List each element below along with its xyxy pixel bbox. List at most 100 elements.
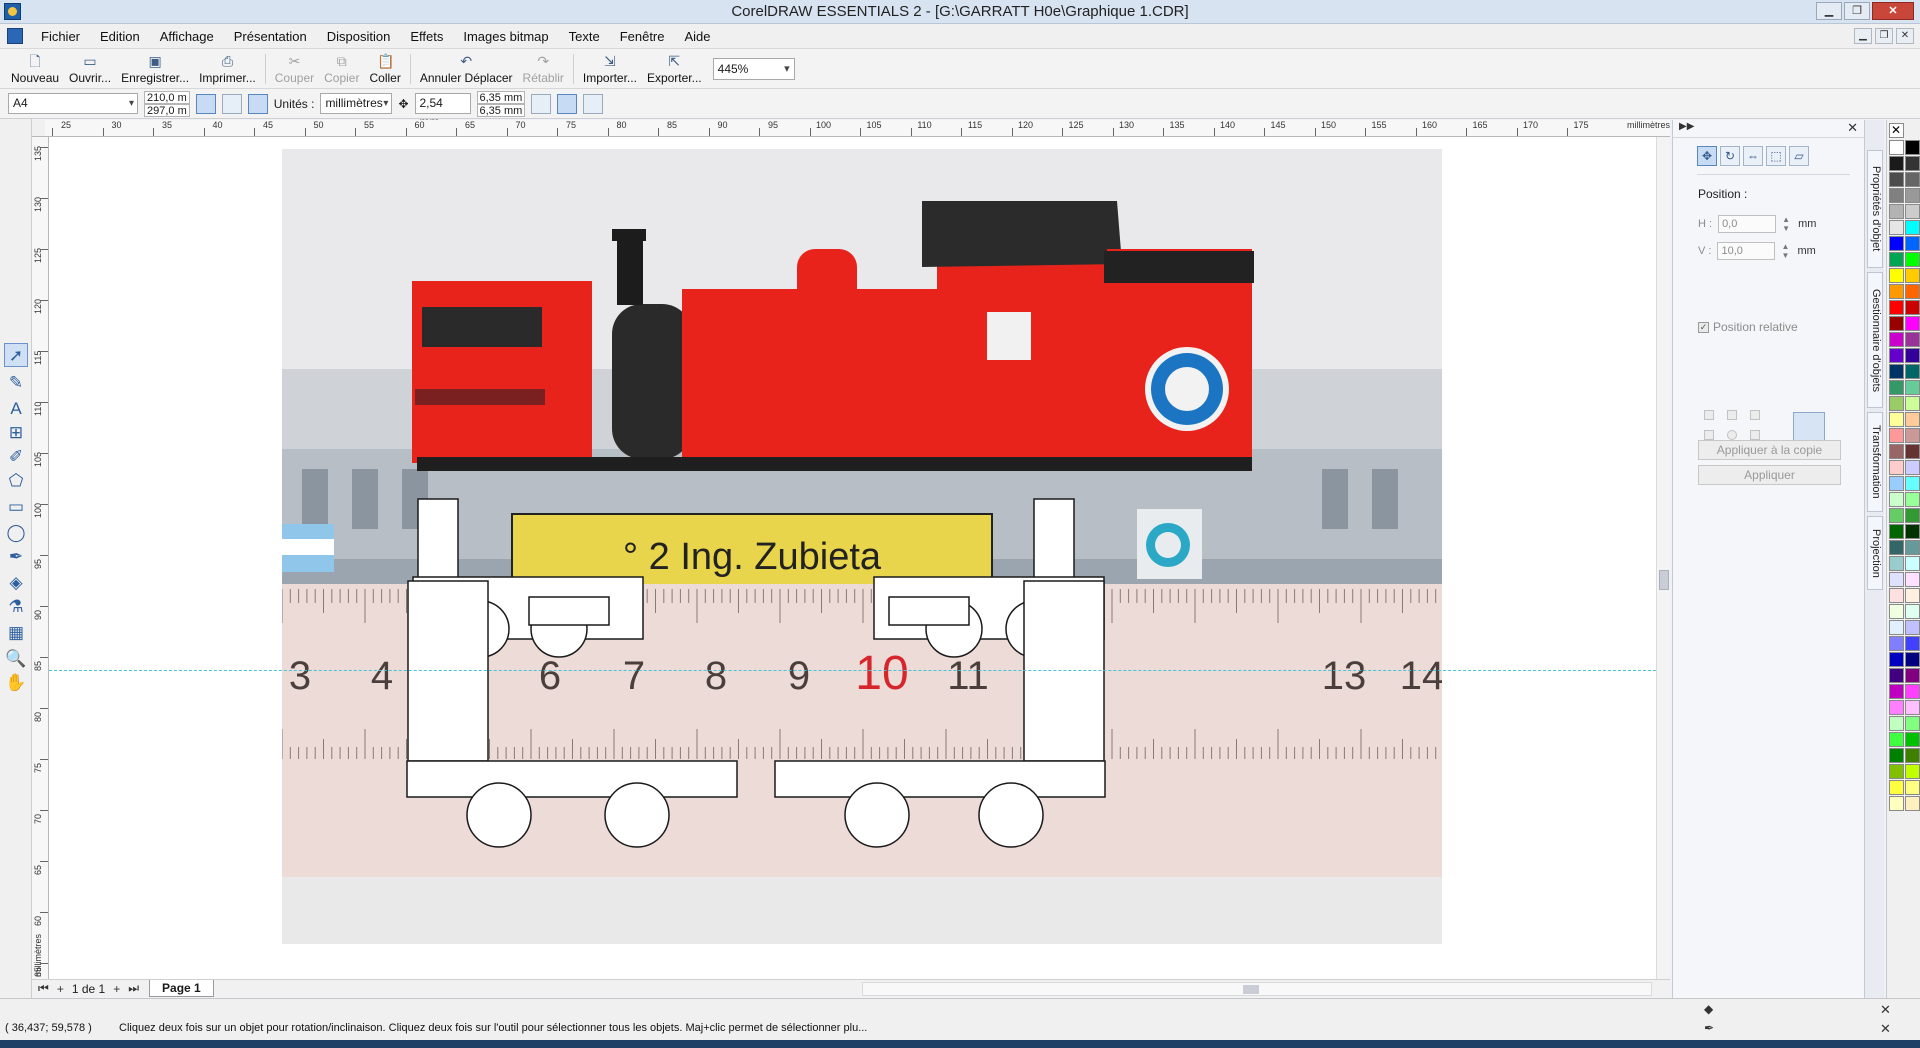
maximize-button[interactable]: ❐ <box>1844 2 1870 20</box>
color-swatch[interactable] <box>1889 428 1904 443</box>
color-swatch[interactable] <box>1889 204 1904 219</box>
color-swatch[interactable] <box>1889 780 1904 795</box>
color-swatch[interactable] <box>1905 796 1920 811</box>
snap-guides-button[interactable] <box>557 93 578 114</box>
color-swatch[interactable] <box>1905 284 1920 299</box>
anchor-point[interactable] <box>1750 410 1760 420</box>
vertical-ruler[interactable]: millimètres 135 130 125 120 115 110 105 100 95 90… <box>32 137 49 979</box>
color-swatch[interactable] <box>1889 348 1904 363</box>
zoom-tool-icon[interactable]: 🔍 <box>4 647 28 671</box>
anchor-point[interactable] <box>1704 410 1714 420</box>
units-select[interactable]: millimètres <box>320 93 393 114</box>
color-swatch[interactable] <box>1905 748 1920 763</box>
color-swatch[interactable] <box>1905 204 1920 219</box>
tab-object-properties[interactable]: Propriétés d'objet <box>1867 150 1883 268</box>
color-swatch[interactable] <box>1889 460 1904 475</box>
color-swatch[interactable] <box>1889 412 1904 427</box>
anchor-point[interactable] <box>1704 430 1714 440</box>
horizontal-ruler[interactable]: millimètres 25 30 35 40 45 50 55 60 65 70 75 80 85 90… <box>45 120 1670 137</box>
color-swatch[interactable] <box>1905 412 1920 427</box>
snap-objects-button[interactable] <box>583 93 604 114</box>
color-swatch[interactable] <box>1905 636 1920 651</box>
page-size-select[interactable]: A4 <box>8 93 138 114</box>
color-swatch[interactable] <box>1905 492 1920 507</box>
freehand-tool-icon[interactable]: ✐ <box>4 445 28 469</box>
size-mode-icon[interactable]: ⬚ <box>1766 146 1786 166</box>
pan-tool-icon[interactable]: ✋ <box>4 671 28 695</box>
color-swatch[interactable] <box>1905 652 1920 667</box>
portrait-button[interactable] <box>195 93 216 114</box>
horizontal-scroll-thumb[interactable] <box>1243 985 1259 994</box>
horizontal-guideline[interactable] <box>49 670 1656 671</box>
outline-indicator-icon[interactable]: ✒ <box>1704 1021 1714 1035</box>
text-tool-icon[interactable]: A <box>4 397 28 421</box>
minimize-button[interactable]: ▁ <box>1816 2 1842 20</box>
menu-texte[interactable]: Texte <box>559 29 610 44</box>
color-swatch[interactable] <box>1905 540 1920 555</box>
color-swatch[interactable] <box>1889 684 1904 699</box>
no-color-swatch[interactable] <box>1889 123 1904 138</box>
anchor-point[interactable] <box>1750 430 1760 440</box>
color-swatch[interactable] <box>1905 172 1920 187</box>
color-swatch[interactable] <box>1905 604 1920 619</box>
color-swatch[interactable] <box>1889 332 1904 347</box>
color-swatch[interactable] <box>1905 156 1920 171</box>
color-swatch[interactable] <box>1905 476 1920 491</box>
menu-presentation[interactable]: Présentation <box>224 29 317 44</box>
color-swatch[interactable] <box>1889 364 1904 379</box>
menu-fenetre[interactable]: Fenêtre <box>610 29 675 44</box>
drawing-canvas[interactable]: ° 2 Ing. Zubieta 3 4 6 7 8 9 10 11 13 14 <box>49 137 1656 979</box>
color-swatch[interactable] <box>1889 700 1904 715</box>
zoom-level-select[interactable]: 445% <box>712 57 795 80</box>
color-swatch[interactable] <box>1889 588 1904 603</box>
color-swatch[interactable] <box>1905 444 1920 459</box>
color-swatch[interactable] <box>1905 668 1920 683</box>
horizontal-scrollbar[interactable] <box>862 982 1652 996</box>
add-page-before-button[interactable]: + <box>57 982 64 996</box>
save-button[interactable]: ▣ Enregistrer... <box>116 50 194 88</box>
color-swatch[interactable] <box>1905 268 1920 283</box>
new-button[interactable]: 🗋 Nouveau <box>6 50 64 88</box>
menu-images-bitmap[interactable]: Images bitmap <box>453 29 558 44</box>
color-swatch[interactable] <box>1905 684 1920 699</box>
duplicate-x-field[interactable]: 6,35 mm <box>476 90 526 104</box>
doc-restore-button[interactable]: ❐ <box>1875 28 1893 44</box>
color-swatch[interactable] <box>1889 476 1904 491</box>
redo-button[interactable]: ↷ Rétablir <box>518 50 569 88</box>
rotate-mode-icon[interactable]: ↻ <box>1720 146 1740 166</box>
color-swatch[interactable] <box>1889 156 1904 171</box>
right-lower-frame[interactable] <box>774 760 1106 798</box>
left-lower-frame[interactable] <box>406 760 738 798</box>
color-swatch[interactable] <box>1905 332 1920 347</box>
vertical-scroll-thumb[interactable] <box>1659 570 1669 590</box>
transparency-tool-icon[interactable]: ▦ <box>4 621 28 645</box>
left-upper-tank[interactable] <box>417 498 459 580</box>
color-swatch[interactable] <box>1889 444 1904 459</box>
import-button[interactable]: ⇲ Importer... <box>578 50 642 88</box>
color-swatch[interactable] <box>1905 460 1920 475</box>
tab-transformation[interactable]: Transformation <box>1867 412 1883 512</box>
color-swatch[interactable] <box>1905 236 1920 251</box>
color-swatch[interactable] <box>1889 284 1904 299</box>
color-swatch[interactable] <box>1889 556 1904 571</box>
color-swatch[interactable] <box>1905 508 1920 523</box>
landscape-button[interactable] <box>221 93 242 114</box>
color-swatch[interactable] <box>1889 252 1904 267</box>
color-swatch[interactable] <box>1889 652 1904 667</box>
pen-tool-icon[interactable]: ✒ <box>4 545 28 569</box>
nudge-distance-field[interactable]: 2,54 mm <box>414 93 471 129</box>
h-spinner[interactable]: ▲ ▼ <box>1782 215 1792 233</box>
color-swatch[interactable] <box>1889 492 1904 507</box>
right-upper-tank[interactable] <box>1033 498 1075 580</box>
relative-position-checkbox[interactable]: ✓ Position relative <box>1698 320 1864 334</box>
tab-object-manager[interactable]: Gestionnaire d'objets <box>1867 272 1883 408</box>
anchor-point[interactable] <box>1727 430 1737 440</box>
color-swatch[interactable] <box>1889 620 1904 635</box>
page-layout-button[interactable] <box>247 93 268 114</box>
color-swatch[interactable] <box>1889 636 1904 651</box>
page-height-field[interactable]: 297,0 m <box>144 103 190 117</box>
color-swatch[interactable] <box>1889 604 1904 619</box>
color-swatch[interactable] <box>1905 588 1920 603</box>
color-swatch[interactable] <box>1905 716 1920 731</box>
color-swatch[interactable] <box>1905 700 1920 715</box>
